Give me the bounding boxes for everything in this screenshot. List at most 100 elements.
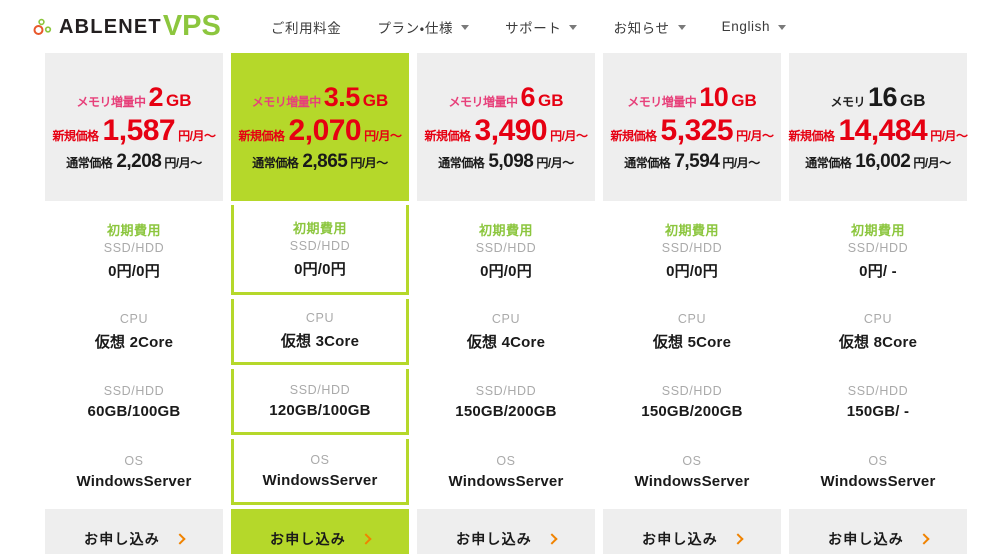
memory-unit: GB (166, 90, 192, 110)
spec-value: WindowsServer (634, 473, 750, 490)
memory-size: 16 (867, 81, 898, 112)
apply-button-label: お申し込み (270, 530, 346, 547)
spec-value: WindowsServer (820, 473, 936, 490)
regular-price-label: 通常価格 (66, 155, 113, 170)
plan-card-16gb[interactable]: メモリ 16 GB 新規価格 14,484 円/月〜 通常価格 16,002 円… (788, 53, 968, 554)
memory-line: メモリ増量中 2 GB (76, 81, 192, 112)
apply-button[interactable]: お申し込み (603, 509, 781, 554)
main-navigation: ご利用料金 プラン・仕様 サポート お知らせ English (253, 0, 804, 53)
chevron-right-icon (360, 532, 372, 545)
nav-item-english[interactable]: English (704, 19, 804, 34)
circles-logo-icon (33, 17, 57, 37)
spec-storage: SSD/HDD 60GB/100GB (45, 369, 223, 435)
memory-unit: GB (538, 90, 564, 110)
nav-item-news[interactable]: お知らせ (595, 17, 703, 37)
spec-initial-cost: 初期費用 SSD/HDD 0円/0円 (603, 205, 781, 295)
regular-price-value: 5,098 (488, 150, 534, 172)
spec-value: 0円/0円 (294, 261, 346, 278)
memory-unit: GB (900, 90, 926, 110)
regular-price-unit: 円/月〜 (350, 155, 388, 170)
spec-initial-cost: 初期費用 SSD/HDD 0円/0円 (417, 205, 595, 295)
regular-price-unit: 円/月〜 (536, 155, 574, 170)
apply-button[interactable]: お申し込み (789, 509, 967, 554)
nav-label: ご利用料金 (270, 20, 342, 36)
chevron-down-icon (569, 25, 578, 30)
spec-os: OS WindowsServer (45, 439, 223, 505)
plan-price-header: メモリ増量中 3.5 GB 新規価格 2,070 円/月〜 通常価格 2,865… (231, 53, 409, 201)
nav-item-plans[interactable]: プラン・仕様 (359, 17, 487, 37)
new-price-label: 新規価格 (238, 128, 286, 143)
plan-card-2gb[interactable]: メモリ増量中 2 GB 新規価格 1,587 円/月〜 通常価格 2,208 円… (45, 53, 223, 554)
plan-price-header: メモリ増量中 2 GB 新規価格 1,587 円/月〜 通常価格 2,208 円… (45, 53, 223, 201)
nav-label: サポート (505, 20, 562, 36)
apply-button-label: お申し込み (828, 530, 904, 547)
memory-size: 2 (148, 81, 164, 112)
spec-value: 仮想 4Core (466, 334, 546, 351)
spec-value: WindowsServer (76, 473, 192, 490)
regular-price-label: 通常価格 (624, 155, 671, 170)
spec-cpu: CPU 仮想 2Core (45, 299, 223, 365)
regular-price-line: 通常価格 16,002 円/月〜 (805, 150, 951, 172)
apply-button[interactable]: お申し込み (45, 509, 223, 554)
spec-value: 150GB/200GB (641, 403, 743, 420)
regular-price-line: 通常価格 5,098 円/月〜 (438, 150, 574, 172)
nav-item-pricing[interactable]: ご利用料金 (253, 17, 360, 37)
plan-card-10gb[interactable]: メモリ増量中 10 GB 新規価格 5,325 円/月〜 通常価格 7,594 … (603, 53, 781, 554)
new-price-value: 1,587 (102, 113, 176, 147)
site-header: ABLENET VPS ご利用料金 プラン・仕様 サポート お知らせ Engli… (0, 0, 999, 53)
regular-price-value: 2,865 (302, 150, 348, 172)
spec-title: 初期費用 (292, 221, 347, 236)
regular-price-unit: 円/月〜 (164, 155, 202, 170)
plan-card-3-5gb[interactable]: メモリ増量中 3.5 GB 新規価格 2,070 円/月〜 通常価格 2,865… (231, 53, 409, 554)
spec-subtitle: CPU (119, 312, 149, 326)
new-price-line: 新規価格 3,490 円/月〜 (425, 115, 588, 146)
apply-button-label: お申し込み (456, 530, 532, 547)
apply-button[interactable]: お申し込み (417, 509, 595, 554)
spec-value: WindowsServer (448, 473, 564, 490)
new-price-line: 新規価格 2,070 円/月〜 (238, 113, 402, 147)
memory-promo-label: メモリ増量中 (76, 94, 146, 109)
plan-card-6gb[interactable]: メモリ増量中 6 GB 新規価格 3,490 円/月〜 通常価格 5,098 円… (417, 53, 595, 554)
regular-price-line: 通常価格 2,208 円/月〜 (66, 152, 202, 171)
spec-title: 初期費用 (850, 222, 905, 238)
new-price-value: 5,325 (660, 113, 734, 147)
new-price-line: 新規価格 5,325 円/月〜 (610, 113, 774, 147)
spec-subtitle: CPU (677, 312, 707, 326)
spec-subtitle: OS (868, 454, 888, 468)
nav-item-support[interactable]: サポート (487, 17, 595, 37)
spec-subtitle: SSD/HDD (103, 240, 165, 255)
apply-button[interactable]: お申し込み (231, 509, 409, 554)
spec-cpu: CPU 仮想 5Core (603, 299, 781, 365)
spec-value: 0円/0円 (108, 262, 160, 280)
new-price-line: 新規価格 14,484 円/月〜 (788, 115, 968, 146)
spec-subtitle: SSD/HDD (847, 240, 909, 255)
spec-value: WindowsServer (262, 471, 378, 489)
memory-size: 3.5 (323, 81, 361, 112)
memory-size: 10 (699, 81, 729, 112)
spec-os: OS WindowsServer (231, 439, 409, 505)
spec-value: 仮想 8Core (838, 334, 918, 351)
regular-price-line: 通常価格 2,865 円/月〜 (252, 150, 388, 172)
regular-price-value: 16,002 (855, 150, 911, 172)
memory-promo-label: メモリ増量中 (448, 94, 518, 109)
spec-value: 仮想 5Core (652, 334, 732, 351)
spec-subtitle: SSD/HDD (847, 384, 909, 398)
spec-subtitle: SSD/HDD (475, 240, 537, 255)
spec-subtitle: OS (682, 454, 702, 468)
spec-value: 60GB/100GB (87, 403, 181, 420)
memory-unit: GB (731, 90, 757, 110)
spec-value: 仮想 3Core (280, 332, 360, 350)
new-price-unit: 円/月〜 (930, 128, 968, 143)
new-price-label: 新規価格 (52, 128, 100, 143)
spec-title: 初期費用 (478, 222, 533, 238)
brand-logo[interactable]: ABLENET VPS (33, 0, 221, 53)
spec-title: 初期費用 (664, 222, 719, 238)
brand-product: VPS (162, 10, 221, 42)
new-price-label: 新規価格 (610, 128, 658, 143)
memory-line: メモリ増量中 6 GB (448, 83, 564, 111)
new-price-value: 2,070 (288, 113, 362, 147)
nav-label: English (721, 19, 771, 34)
spec-subtitle: SSD/HDD (661, 240, 723, 255)
spec-subtitle: CPU (305, 310, 335, 325)
chevron-down-icon (778, 25, 787, 30)
